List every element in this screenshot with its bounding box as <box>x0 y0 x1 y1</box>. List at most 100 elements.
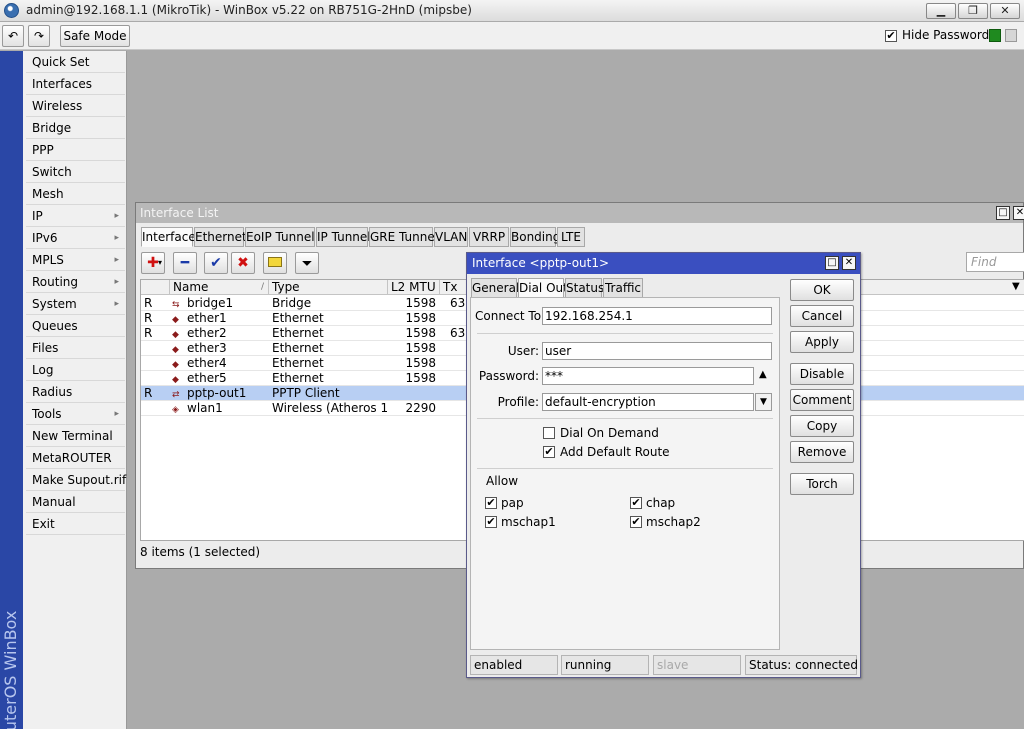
tab-ethernet[interactable]: Ethernet <box>194 227 247 247</box>
interface-name: ether4 <box>187 356 227 370</box>
menu-item-make-supout-rif[interactable]: Make Supout.rif <box>26 470 126 491</box>
menu-item-ppp[interactable]: PPP <box>26 140 125 161</box>
menu-item-new-terminal[interactable]: New Terminal <box>26 426 125 447</box>
remove-button[interactable]: Remove <box>790 441 854 463</box>
maximize-icon[interactable]: □ <box>996 206 1010 220</box>
add-default-route-label: Add Default Route <box>560 445 670 459</box>
menu-item-log[interactable]: Log <box>26 360 125 381</box>
brand-label: RouterOS WinBox <box>1 610 20 729</box>
minimize-button[interactable]: ▁ <box>926 3 956 19</box>
profile-dropdown-icon[interactable]: ▼ <box>755 393 772 411</box>
menu-item-files[interactable]: Files <box>26 338 125 359</box>
connect-to-label: Connect To: <box>475 309 546 323</box>
menu-item-manual[interactable]: Manual <box>26 492 125 513</box>
comment-button[interactable]: Comment <box>790 389 854 411</box>
winbox-app-icon <box>4 3 19 18</box>
ok-button[interactable]: OK <box>790 279 854 301</box>
menu-item-label: IP <box>32 209 43 223</box>
col-type[interactable]: Type <box>269 280 388 295</box>
cancel-button[interactable]: Cancel <box>790 305 854 327</box>
password-field[interactable]: *** <box>542 367 754 385</box>
apply-button[interactable]: Apply <box>790 331 854 353</box>
disable-button[interactable]: Disable <box>790 363 854 385</box>
profile-select[interactable]: default-encryption <box>542 393 754 411</box>
close-icon[interactable]: ✕ <box>1013 206 1024 220</box>
col-flag[interactable] <box>141 280 170 295</box>
connect-to-field[interactable]: 192.168.254.1 <box>542 307 772 325</box>
menu-item-quick-set[interactable]: Quick Set <box>26 52 125 73</box>
menu-item-wireless[interactable]: Wireless <box>26 96 125 117</box>
tab-lte[interactable]: LTE <box>557 227 585 247</box>
collapse-arrow-icon[interactable]: ▲ <box>759 369 767 380</box>
copy-button[interactable]: Copy <box>790 415 854 437</box>
comment-icon[interactable] <box>263 252 287 274</box>
menu-item-switch[interactable]: Switch <box>26 162 125 183</box>
menu-item-mesh[interactable]: Mesh <box>26 184 125 205</box>
dialog-close-icon[interactable]: ✕ <box>842 256 856 270</box>
menu-item-exit[interactable]: Exit <box>26 514 125 535</box>
menu-item-ip[interactable]: IP ▸ <box>26 206 125 227</box>
remove-icon[interactable]: ━ <box>173 252 197 274</box>
tab-ip-tunnel[interactable]: IP Tunnel <box>316 227 371 247</box>
dialog-tab-dial-out[interactable]: Dial Out <box>518 278 568 298</box>
password-label: Password: <box>478 369 539 383</box>
cell-l2mtu: 1598 <box>405 356 436 370</box>
tab-gre-tunnel[interactable]: GRE Tunnel <box>369 227 438 247</box>
enable-icon[interactable]: ✔ <box>204 252 228 274</box>
allow-mschap2-checkbox[interactable]: ✔ <box>630 516 642 528</box>
menu-item-bridge[interactable]: Bridge <box>26 118 125 139</box>
redo-icon[interactable]: ↷ <box>28 25 50 47</box>
status-field: Status: connected <box>745 655 858 675</box>
dial-on-demand-checkbox[interactable] <box>543 427 555 439</box>
menu-item-metarouter[interactable]: MetaROUTER <box>26 448 125 469</box>
tab-bonding[interactable]: Bonding <box>510 227 560 247</box>
allow-chap-label: chap <box>646 496 676 510</box>
tab-vlan[interactable]: VLAN <box>434 227 468 247</box>
add-default-route-checkbox[interactable]: ✔ <box>543 446 555 458</box>
profile-label: Profile: <box>497 395 539 409</box>
menu-item-label: Wireless <box>32 99 83 113</box>
column-dropdown-icon[interactable]: ▼ <box>1012 281 1020 292</box>
status-field: slave <box>653 655 741 675</box>
dialog-tab-traffic[interactable]: Traffic <box>603 278 643 298</box>
menu-item-label: MPLS <box>32 253 64 267</box>
allow-mschap1-checkbox[interactable]: ✔ <box>485 516 497 528</box>
col-name[interactable]: Name / <box>170 280 269 295</box>
restore-button[interactable]: ❐ <box>958 3 988 19</box>
menu-item-system[interactable]: System ▸ <box>26 294 125 315</box>
hide-passwords-checkbox[interactable]: ✔ <box>885 30 897 42</box>
disable-icon[interactable]: ✖ <box>231 252 255 274</box>
tab-vrrp[interactable]: VRRP <box>469 227 509 247</box>
undo-icon[interactable]: ↶ <box>2 25 24 47</box>
filter-icon[interactable]: ⏷ <box>295 252 319 274</box>
col-l2mtu[interactable]: L2 MTU <box>388 280 440 295</box>
allow-pap-checkbox[interactable]: ✔ <box>485 497 497 509</box>
list-status-text: 8 items (1 selected) <box>140 545 261 559</box>
torch-button[interactable]: Torch <box>790 473 854 495</box>
dialog-tab-status[interactable]: Status <box>565 278 604 298</box>
tab-eoip-tunnel[interactable]: EoIP Tunnel <box>245 227 315 247</box>
cell-l2mtu: 1598 <box>405 341 436 355</box>
menu-item-queues[interactable]: Queues <box>26 316 125 337</box>
menu-item-radius[interactable]: Radius <box>26 382 125 403</box>
menu-item-ipv6[interactable]: IPv6 ▸ <box>26 228 125 249</box>
lock-status-icon <box>1005 29 1017 42</box>
safe-mode-button[interactable]: Safe Mode <box>60 25 130 47</box>
cell-l2mtu: 1598 <box>405 296 436 310</box>
interface-icon: ◆ <box>172 330 179 340</box>
dialog-tab-general[interactable]: General <box>471 278 519 298</box>
cell-name: ◆ ether4 <box>172 356 268 371</box>
menu-item-interfaces[interactable]: Interfaces <box>26 74 125 95</box>
user-field[interactable]: user <box>542 342 772 360</box>
find-input[interactable]: Find <box>966 252 1024 272</box>
tab-interface[interactable]: Interface <box>141 227 196 247</box>
allow-chap-checkbox[interactable]: ✔ <box>630 497 642 509</box>
close-button[interactable]: ✕ <box>990 3 1020 19</box>
menu-item-mpls[interactable]: MPLS ▸ <box>26 250 125 271</box>
status-field: running <box>561 655 649 675</box>
dialog-maximize-icon[interactable]: □ <box>825 256 839 270</box>
menu-item-routing[interactable]: Routing ▸ <box>26 272 125 293</box>
divider <box>477 418 773 419</box>
add-dropdown-icon[interactable]: ▾ <box>158 258 162 267</box>
menu-item-tools[interactable]: Tools ▸ <box>26 404 125 425</box>
